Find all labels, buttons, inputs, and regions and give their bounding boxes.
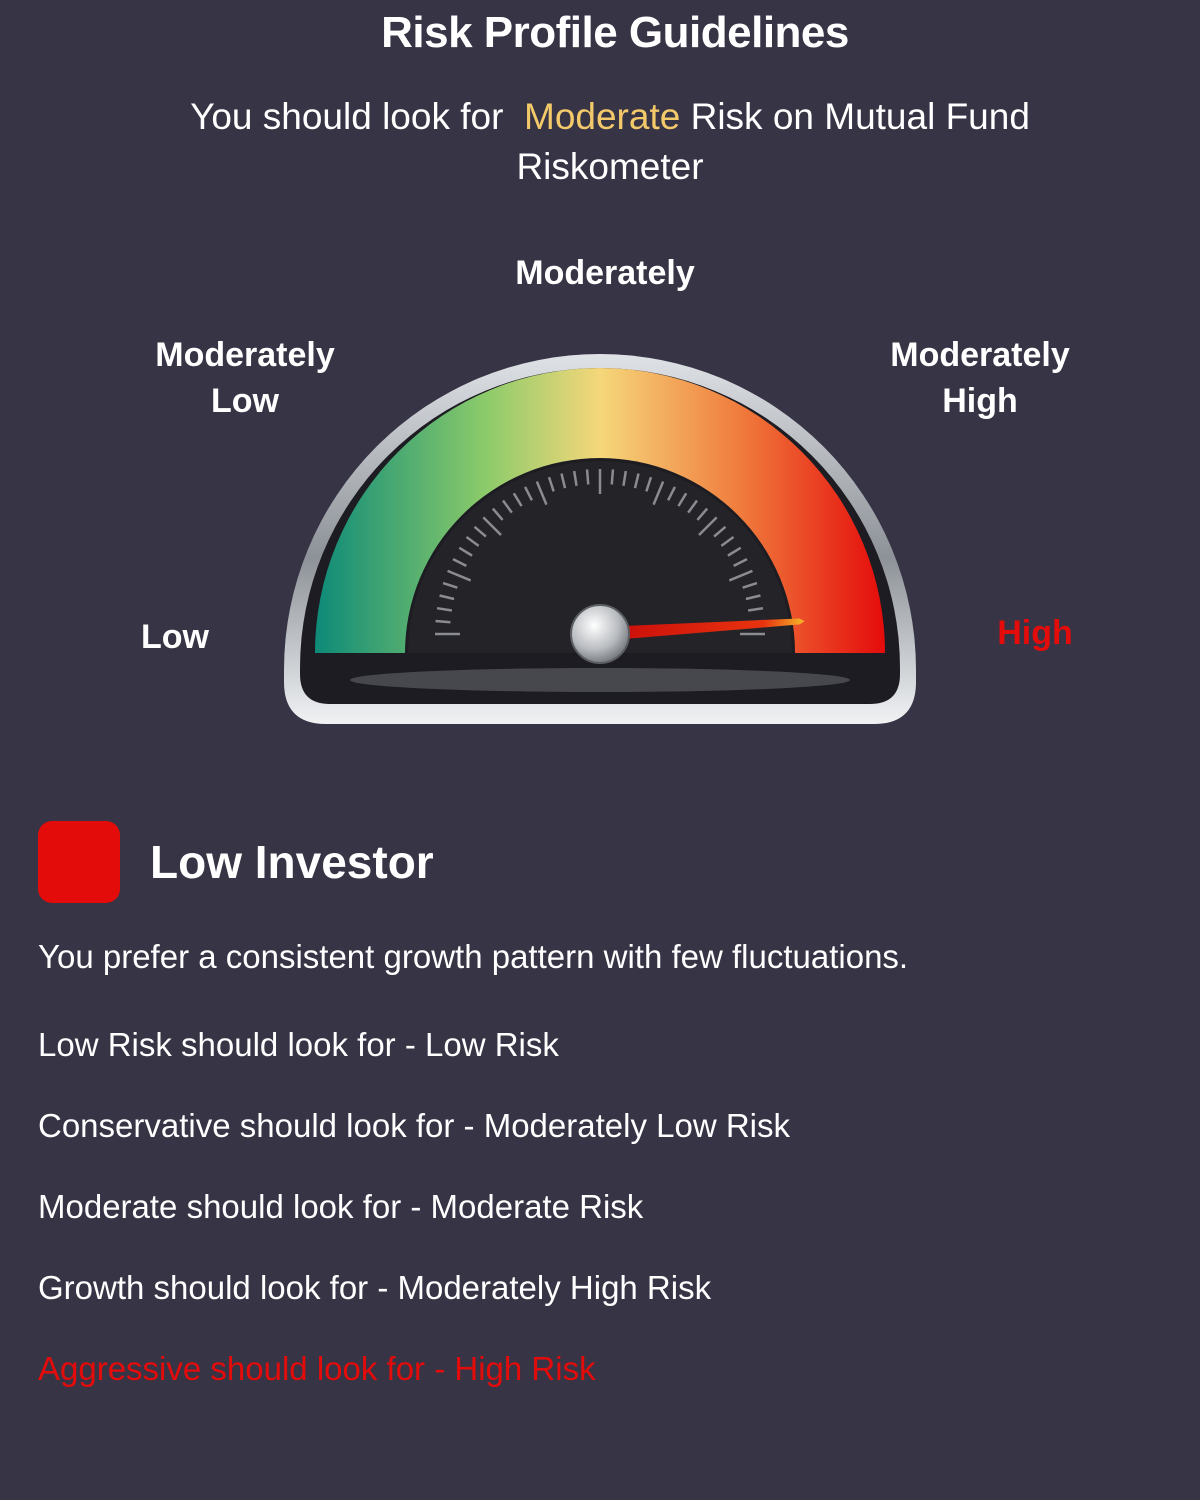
gauge-label-low-text: Low	[141, 618, 209, 656]
riskometer-gauge	[284, 354, 916, 724]
investor-legend: Low Investor	[38, 820, 434, 904]
gauge-tick	[585, 469, 590, 485]
guideline-item: Aggressive should look for - High Risk	[38, 1350, 596, 1387]
investor-color-swatch	[38, 821, 120, 903]
recommendation-suffix-line2: Riskometer	[516, 146, 704, 187]
gauge-tick	[435, 619, 451, 624]
investor-name: Low Investor	[150, 836, 434, 888]
gauge-tick	[610, 469, 615, 485]
gauge-hub	[570, 604, 630, 664]
gauge-label-moderately-low-line2: Low	[211, 382, 279, 420]
gauge-label-high: High	[960, 610, 1110, 656]
guideline-item: Moderate should look for - Moderate Risk	[38, 1188, 644, 1225]
guideline-item: Conservative should look for - Moderatel…	[38, 1107, 790, 1144]
gauge-label-low: Low	[100, 614, 250, 660]
gauge-label-high-text: High	[997, 614, 1073, 652]
guideline-item: Growth should look for - Moderately High…	[38, 1269, 712, 1306]
gauge-label-moderately-high-line2: High	[942, 382, 1018, 420]
recommendation-suffix: Risk on Mutual Fund	[690, 96, 1030, 137]
page-title: Risk Profile Guidelines	[381, 8, 849, 57]
recommendation-text: You should look for Moderate Risk on Mut…	[130, 92, 1090, 192]
recommendation-prefix: You should look for	[190, 96, 504, 137]
gauge-base-reflection	[350, 668, 850, 692]
guideline-item: Low Risk should look for - Low Risk	[38, 1026, 559, 1063]
recommendation-level: Moderate	[524, 96, 681, 137]
gauge-label-moderately: Moderately	[470, 250, 740, 296]
gauge-label-moderately-text: Moderately	[515, 254, 695, 292]
investor-description: You prefer a consistent growth pattern w…	[38, 938, 909, 975]
